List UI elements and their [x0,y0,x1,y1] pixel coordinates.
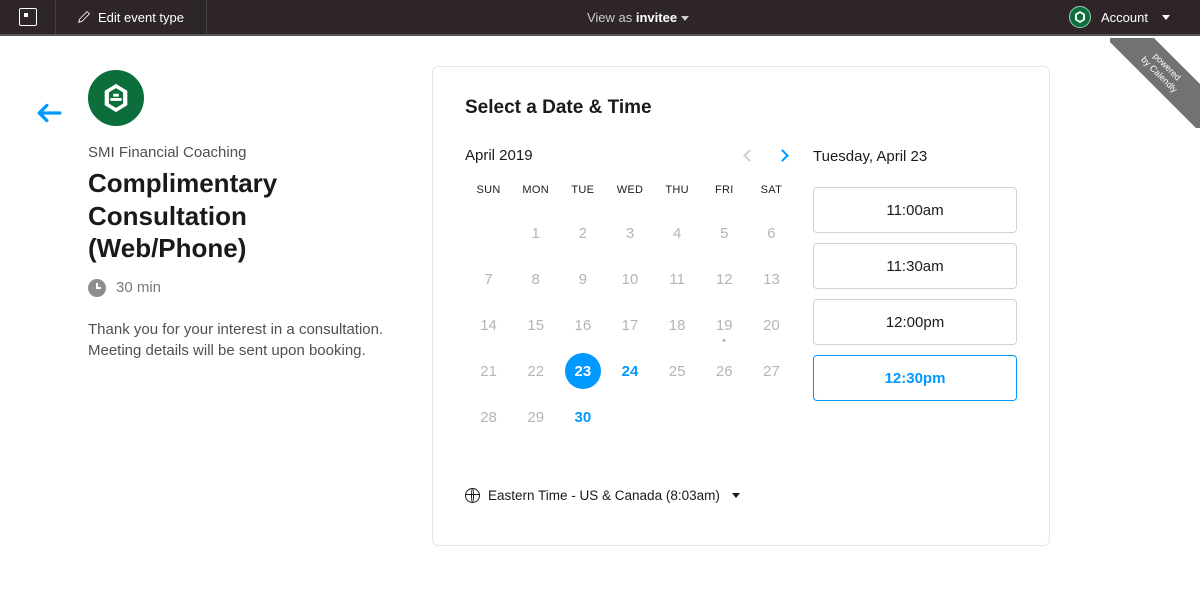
calendar-day: 5 [701,210,748,256]
next-month-button[interactable] [776,149,789,162]
back-button[interactable] [36,102,64,130]
main-content: SMI Financial Coaching Complimentary Con… [0,36,1200,546]
calendar-month-label: April 2019 [465,147,533,164]
timeslot-button[interactable]: 12:00pm [813,299,1017,345]
calendar-day: 18 [654,302,701,348]
account-menu[interactable]: Account [1069,6,1200,28]
calendar-day[interactable]: 30 [559,394,606,440]
calendar-day: 13 [748,256,795,302]
event-title: Complimentary Consultation (Web/Phone) [88,167,408,265]
view-as-dropdown[interactable]: View as invitee [207,10,1069,25]
scheduler-card: Select a Date & Time April 2019 SUNMONTU… [432,66,1050,546]
calendar-day: 1 [512,210,559,256]
timezone-label: Eastern Time - US & Canada (8:03am) [488,488,720,503]
timeslot-list: 11:00am 11:30am 12:00pm 12:30pm [813,187,1017,401]
duration-text: 30 min [116,279,161,296]
topbar: Edit event type View as invitee Account [0,0,1200,36]
calendar-day [748,394,795,440]
calendar-day: 3 [606,210,653,256]
calendar-day: 22 [512,348,559,394]
calendar-day: 4 [654,210,701,256]
selected-date-label: Tuesday, April 23 [813,147,1017,165]
dow-cell: MON [512,184,559,210]
calendar-day: 11 [654,256,701,302]
caret-down-icon [681,16,689,21]
view-as-role: invitee [636,10,677,25]
globe-icon [465,488,480,503]
host-avatar [88,70,144,126]
caret-down-icon [732,493,740,498]
edit-event-type-button[interactable]: Edit event type [56,0,207,34]
dow-cell: FRI [701,184,748,210]
host-name: SMI Financial Coaching [88,144,408,161]
calendar-day[interactable]: 24 [606,348,653,394]
calendar-day: 19 [701,302,748,348]
dow-cell: WED [606,184,653,210]
calendar-day: 14 [465,302,512,348]
dow-cell: SUN [465,184,512,210]
calendar-day: 20 [748,302,795,348]
dow-cell: SAT [748,184,795,210]
account-avatar [1069,6,1091,28]
calendar-day: 17 [606,302,653,348]
calendar-day: 10 [606,256,653,302]
pencil-icon [78,11,90,23]
calendar-day [465,210,512,256]
calendar-day: 15 [512,302,559,348]
calendar-day [701,394,748,440]
event-info-column: SMI Financial Coaching Complimentary Con… [88,66,408,362]
day-of-week-header: SUNMONTUEWEDTHUFRISAT [465,184,795,210]
view-as-prefix: View as [587,10,636,25]
dow-cell: THU [654,184,701,210]
dow-cell: TUE [559,184,606,210]
calendar-day[interactable]: 23 [559,348,606,394]
event-duration: 30 min [88,279,408,297]
calendar-day: 8 [512,256,559,302]
edit-event-type-label: Edit event type [98,10,184,25]
calendar-day [654,394,701,440]
calendar-column: April 2019 SUNMONTUEWEDTHUFRISAT 1234567… [465,147,795,503]
calendar-day: 27 [748,348,795,394]
calendar-day: 12 [701,256,748,302]
timezone-selector[interactable]: Eastern Time - US & Canada (8:03am) [465,488,795,503]
calendar-day: 25 [654,348,701,394]
calendar-app-icon[interactable] [0,0,56,34]
calendar-day: 16 [559,302,606,348]
calendar-day [606,394,653,440]
caret-down-icon [1162,15,1170,20]
clock-icon [88,279,106,297]
scheduler-title: Select a Date & Time [465,97,1017,119]
calendar-day: 26 [701,348,748,394]
topbar-left: Edit event type [0,0,207,34]
timeslots-column: Tuesday, April 23 11:00am11:30am12:00pm1… [813,147,1017,503]
calendar-day: 7 [465,256,512,302]
calendar-grid: 1234567891011121314151617181920212223242… [465,210,795,440]
timeslot-button[interactable]: 12:30pm [813,355,1017,401]
timeslot-button[interactable]: 11:00am [813,187,1017,233]
prev-month-button [743,149,756,162]
calendar-day: 21 [465,348,512,394]
calendar-day: 9 [559,256,606,302]
arrow-left-icon [36,103,62,123]
calendar-day: 29 [512,394,559,440]
account-label: Account [1101,10,1148,25]
timeslot-button[interactable]: 11:30am [813,243,1017,289]
calendar-day: 6 [748,210,795,256]
calendar-day: 2 [559,210,606,256]
calendar-day: 28 [465,394,512,440]
event-description: Thank you for your interest in a consult… [88,319,408,363]
